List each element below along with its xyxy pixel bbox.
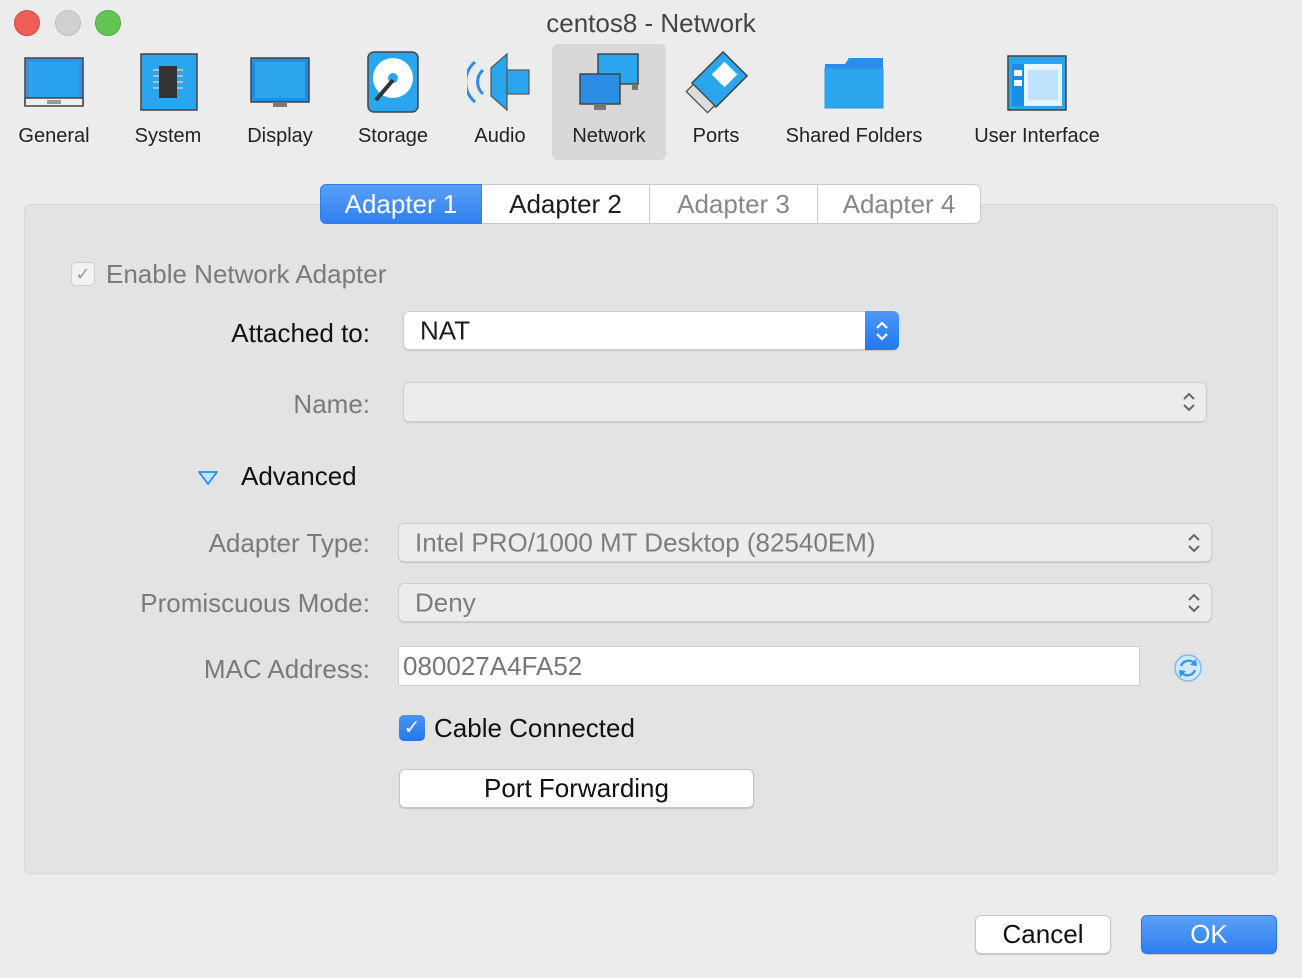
toolbar-label: System: [134, 125, 202, 147]
window-title: centos8 - Network: [546, 8, 756, 38]
toolbar-label: Network: [572, 125, 646, 147]
tab-adapter-2[interactable]: Adapter 2: [482, 184, 650, 224]
network-icon: [579, 53, 639, 110]
refresh-mac-icon[interactable]: [1172, 652, 1204, 684]
up-down-chevron-icon: [876, 320, 888, 341]
toolbar-label: Storage: [357, 125, 429, 147]
mac-address-label: MAC Address:: [203, 654, 370, 684]
toolbar-item-network[interactable]: Network: [552, 44, 666, 160]
adapter-tabs: Adapter 1 Adapter 2 Adapter 3 Adapter 4: [320, 184, 981, 224]
advanced-label[interactable]: Advanced: [241, 461, 357, 492]
cable-connected-checkbox[interactable]: ✓: [399, 715, 425, 741]
toolbar-item-general[interactable]: General: [8, 44, 100, 160]
toolbar-label: User Interface: [974, 125, 1100, 147]
up-down-chevron-icon: [1188, 533, 1200, 552]
user-interface-icon: [1007, 55, 1067, 111]
display-icon: [250, 57, 310, 107]
adapter-type-label: Adapter Type:: [208, 528, 370, 558]
toolbar-item-display[interactable]: Display: [236, 44, 324, 160]
promiscuous-mode-select[interactable]: Deny: [398, 583, 1212, 622]
disclosure-triangle-icon[interactable]: [197, 469, 219, 487]
toolbar-label: Shared Folders: [785, 125, 923, 147]
adapter-type-value: Intel PRO/1000 MT Desktop (82540EM): [415, 527, 876, 557]
cancel-button[interactable]: Cancel: [975, 915, 1111, 954]
promiscuous-mode-label: Promiscuous Mode:: [140, 588, 370, 618]
port-forwarding-button[interactable]: Port Forwarding: [399, 769, 754, 808]
audio-icon: [467, 52, 530, 112]
enable-adapter-label: Enable Network Adapter: [106, 259, 387, 289]
folder-icon: [824, 58, 884, 109]
toolbar-item-shared-folders[interactable]: Shared Folders: [778, 44, 930, 160]
toolbar-label: Audio: [474, 125, 526, 147]
cable-connected-label: Cable Connected: [434, 713, 635, 743]
ports-icon: [685, 50, 749, 114]
toolbar-item-storage[interactable]: Storage: [348, 44, 438, 160]
mac-address-input[interactable]: 080027A4FA52: [398, 646, 1140, 686]
toolbar-item-system[interactable]: System: [124, 44, 212, 160]
attached-to-label: Attached to:: [231, 318, 370, 348]
name-select[interactable]: [403, 382, 1207, 422]
tab-adapter-3[interactable]: Adapter 3: [650, 184, 818, 224]
name-label: Name:: [293, 389, 370, 419]
toolbar-label: Ports: [692, 125, 740, 147]
tab-adapter-1[interactable]: Adapter 1: [320, 184, 482, 224]
up-down-chevron-icon: [1188, 593, 1200, 612]
toolbar-item-ports[interactable]: Ports: [676, 44, 756, 160]
toolbar-item-audio[interactable]: Audio: [460, 44, 540, 160]
title-bar: centos8 - Network: [0, 0, 1302, 44]
adapter-type-select[interactable]: Intel PRO/1000 MT Desktop (82540EM): [398, 523, 1212, 562]
storage-icon: [367, 51, 419, 113]
enable-adapter-checkbox[interactable]: ✓: [71, 262, 95, 286]
attached-to-value: NAT: [420, 315, 471, 345]
settings-toolbar: General System Display Storage Audio Net…: [0, 44, 1302, 162]
up-down-chevron-icon: [1183, 392, 1195, 412]
ok-button[interactable]: OK: [1141, 915, 1277, 954]
toolbar-label: Display: [247, 125, 313, 147]
attached-to-select[interactable]: NAT: [403, 311, 899, 350]
general-icon: [24, 57, 84, 107]
tab-adapter-4[interactable]: Adapter 4: [818, 184, 981, 224]
toolbar-label: General: [18, 125, 90, 147]
system-icon: [140, 53, 198, 111]
promiscuous-mode-value: Deny: [415, 587, 476, 617]
select-stepper: [865, 311, 899, 350]
toolbar-item-user-interface[interactable]: User Interface: [964, 44, 1110, 160]
